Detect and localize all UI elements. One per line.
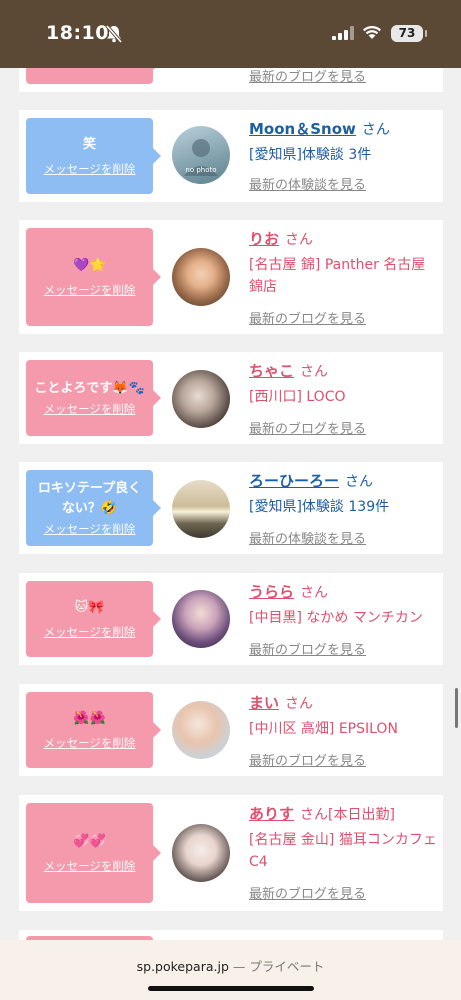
user-description: [中目黒] なかめ マンチカン <box>249 610 423 626</box>
message-bubble: 🐱🎀 メッセージを削除 <box>26 581 161 657</box>
honorific: さん[本日出勤] <box>300 807 395 823</box>
message-text: ことよろです🦊🐾 <box>34 381 145 396</box>
url-text[interactable]: sp.pokepara.jp <box>137 959 229 974</box>
message-text: 💞💞 <box>73 834 106 849</box>
private-mode-label: プライベート <box>249 959 325 974</box>
message-text: 🌺🌺 <box>73 711 106 726</box>
list-item: 💜🌟 メッセージを削除 りお さん [名古屋 錦] Panther 名古屋錦店 最… <box>19 220 443 334</box>
delete-message-link[interactable]: メッセージを削除 <box>44 735 136 751</box>
list-item: 💞💞 メッセージを削除 ありす さん[本日出勤] [名古屋 金山] 猫耳コンカフェ… <box>19 795 443 911</box>
list-item: ロキソテープ良くない？🤣 メッセージを削除 ろーひーろー さん [愛知県]体験談 … <box>19 462 443 554</box>
honorific: さん <box>345 474 374 490</box>
user-name-link[interactable]: ありす <box>249 805 294 823</box>
cellular-signal-icon <box>332 26 354 40</box>
message-bubble: 💜🌟 メッセージを削除 <box>26 228 161 326</box>
latest-blog-link[interactable]: 最新のブログを見る <box>249 750 366 769</box>
avatar[interactable] <box>172 370 230 428</box>
scrollbar[interactable] <box>455 688 458 728</box>
status-time: 18:10 <box>46 22 109 44</box>
delete-message-link[interactable]: メッセージを削除 <box>44 624 136 640</box>
avatar[interactable] <box>172 248 230 306</box>
avatar[interactable] <box>172 701 230 759</box>
honorific: さん <box>285 696 314 712</box>
latest-blog-link[interactable]: 最新のブログを見る <box>249 66 366 85</box>
home-indicator[interactable] <box>148 986 314 991</box>
user-name-link[interactable]: うらら <box>249 583 294 601</box>
delete-message-link[interactable]: メッセージを削除 <box>44 858 136 874</box>
url-separator: — <box>228 959 250 974</box>
honorific: さん <box>300 585 329 601</box>
delete-message-link[interactable]: メッセージを削除 <box>44 521 136 537</box>
latest-review-link[interactable]: 最新の体験談を見る <box>249 528 366 547</box>
wifi-icon <box>363 25 381 39</box>
message-text: 笑 <box>82 137 96 152</box>
message-bubble: 💞💞 メッセージを削除 <box>26 803 161 903</box>
honorific: さん <box>300 364 329 380</box>
user-name-link[interactable]: ちゃこ <box>249 362 294 380</box>
user-name-link[interactable]: ろーひーろー <box>249 472 339 490</box>
latest-blog-link[interactable]: 最新のブログを見る <box>249 883 366 902</box>
latest-review-link[interactable]: 最新の体験談を見る <box>249 174 366 193</box>
avatar[interactable] <box>172 824 230 882</box>
message-bubble: ことよろです🦊🐾 メッセージを削除 <box>26 360 161 436</box>
status-bar: 18:10 73 <box>0 0 461 68</box>
message-text: 💜🌟 <box>73 258 106 273</box>
user-description: [中川区 高畑] EPSILON <box>249 721 398 737</box>
latest-blog-link[interactable]: 最新のブログを見る <box>249 308 366 327</box>
avatar[interactable]: no photo <box>172 126 230 184</box>
user-description: [西川口] LOCO <box>249 389 346 405</box>
user-name-link[interactable]: りお <box>249 230 279 248</box>
browser-url-bar[interactable]: sp.pokepara.jp — プライベート <box>0 940 461 1000</box>
delete-message-link[interactable]: メッセージを削除 <box>44 161 136 177</box>
no-photo-icon: no photo <box>184 139 218 176</box>
message-bubble: ロキソテープ良くない？🤣 メッセージを削除 <box>26 470 161 546</box>
honorific: さん <box>361 122 390 138</box>
message-bubble: 笑 メッセージを削除 <box>26 118 161 194</box>
user-name-link[interactable]: Moon＆Snow <box>249 120 356 138</box>
list-item: 🌺🌺 メッセージを削除 まい さん [中川区 高畑] EPSILON 最新のブログ… <box>19 684 443 776</box>
silent-bell-icon <box>105 24 123 44</box>
message-text: 🐱🎀 <box>74 600 105 615</box>
user-description: [愛知県]体験談 3件 <box>249 147 372 163</box>
svg-text:no photo: no photo <box>185 166 216 174</box>
honorific: さん <box>285 232 314 248</box>
user-description: [愛知県]体験談 139件 <box>249 499 390 515</box>
message-feed: 最新のブログを見る 笑 メッセージを削除 no photo Moon＆Snow さ… <box>0 0 461 1000</box>
avatar[interactable] <box>172 480 230 538</box>
latest-blog-link[interactable]: 最新のブログを見る <box>249 418 366 437</box>
latest-blog-link[interactable]: 最新のブログを見る <box>249 639 366 658</box>
delete-message-link[interactable]: メッセージを削除 <box>44 401 136 417</box>
user-description: [名古屋 金山] 猫耳コンカフェ C4 <box>249 832 437 870</box>
battery-indicator: 73 <box>391 25 427 42</box>
list-item: 笑 メッセージを削除 no photo Moon＆Snow さん [愛知県]体験談… <box>19 110 443 202</box>
list-item: ことよろです🦊🐾 メッセージを削除 ちゃこ さん [西川口] LOCO 最新のブロ… <box>19 352 443 444</box>
message-text: ロキソテープ良くない？🤣 <box>37 481 142 516</box>
delete-message-link[interactable]: メッセージを削除 <box>44 282 136 298</box>
message-bubble: 🌺🌺 メッセージを削除 <box>26 692 161 768</box>
list-item: 🐱🎀 メッセージを削除 うらら さん [中目黒] なかめ マンチカン 最新のブログ… <box>19 573 443 665</box>
user-description: [名古屋 錦] Panther 名古屋錦店 <box>249 257 426 295</box>
avatar[interactable] <box>172 590 230 648</box>
user-name-link[interactable]: まい <box>249 694 279 712</box>
